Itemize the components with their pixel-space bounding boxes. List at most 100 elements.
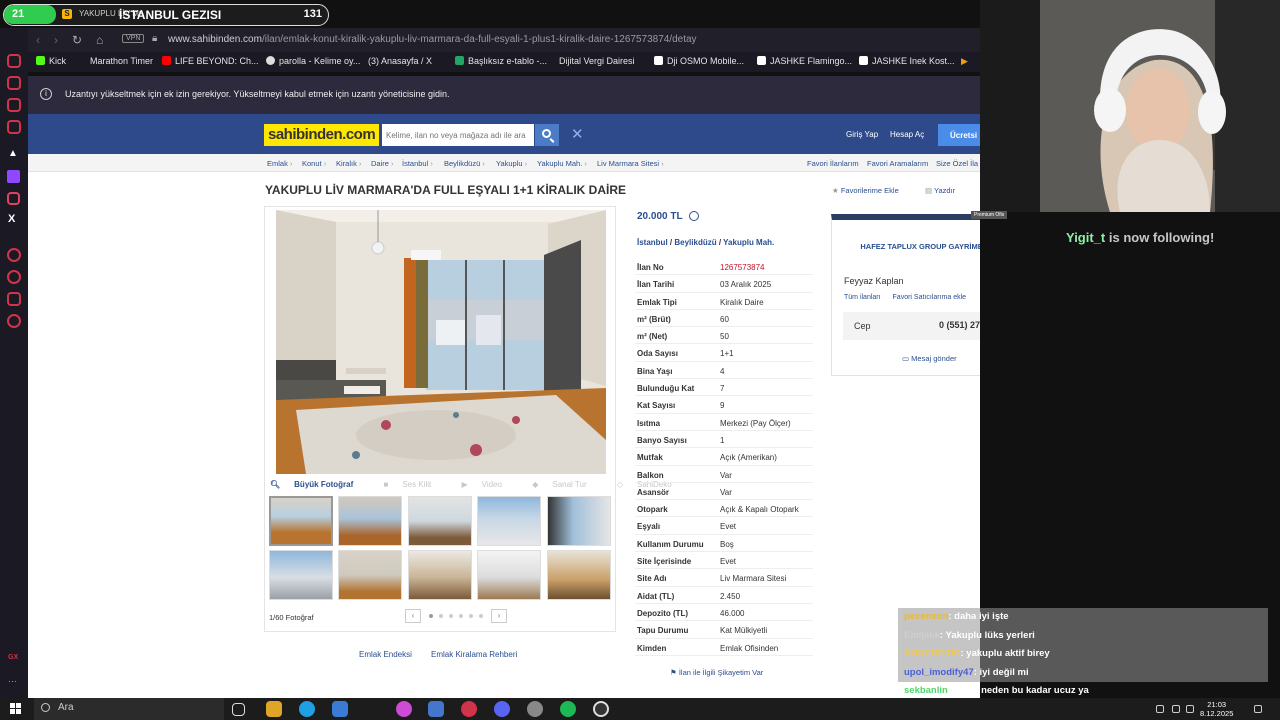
discord-icon[interactable] [494,701,510,717]
main-photo[interactable] [276,210,606,474]
settings-icon[interactable] [7,314,21,328]
opera-gx-icon[interactable] [461,701,477,717]
photo-thumbnail[interactable] [408,496,472,546]
copilot-icon[interactable] [396,701,412,717]
login-link[interactable]: Giriş Yap [846,130,878,139]
add-favorite-link[interactable]: ★ Favorilerime Ekle [832,186,899,195]
price-history-icon[interactable] [689,211,699,221]
back-icon[interactable]: ‹ [36,33,40,47]
bookmark-marathon-timer[interactable]: Marathon Timer [90,56,153,66]
breadcrumb-item[interactable]: Yakuplu Mah. [537,159,587,168]
tv-icon[interactable] [7,98,21,112]
photo-thumbnail[interactable] [477,496,541,546]
bookmark-dji[interactable]: Dji OSMO Mobile... [654,56,744,66]
instagram-icon[interactable] [7,192,20,205]
bookmark-jashke-flamingo[interactable]: JASHKE Flamingo... [757,56,852,66]
bookmark-jashke-inek[interactable]: JASHKE Inek Kost... [859,56,955,66]
store-icon[interactable] [332,701,348,717]
site-logo[interactable]: sahibinden.com [264,124,380,146]
reload-icon[interactable]: ↻ [72,33,82,47]
tab-video[interactable]: ▶ Video [461,480,515,489]
spotify-icon[interactable] [560,701,576,717]
home-icon[interactable]: ⌂ [96,33,103,47]
tray-chevron-icon[interactable] [1156,705,1164,713]
breadcrumb-item[interactable]: Konut [302,159,326,168]
bookmark-tax-office[interactable]: Dijital Vergi Dairesi [559,56,635,66]
search-button[interactable] [535,124,559,146]
page-dot[interactable] [429,614,433,618]
bookmark-sheets[interactable]: Başlıksız e-tablo -... [455,56,547,66]
page-dot[interactable] [479,614,483,618]
kick-sidebar-icon[interactable]: ▲ [8,148,18,159]
location-city[interactable]: İstanbul [637,238,668,247]
page-dot[interactable] [459,614,463,618]
photo-thumbnail[interactable] [408,550,472,600]
breadcrumb-item[interactable]: Beylikdüzü [444,159,485,168]
bookmark-parolla[interactable]: parolla - Kelime oy... [266,56,360,66]
seller-office[interactable]: HAFEZ TAPLUX GROUP GAYRİMENKUL [832,242,980,251]
free-listing-button[interactable]: Ücretsi [938,124,980,146]
messenger-icon[interactable] [7,54,21,68]
chevron-right-icon[interactable]: › [491,609,507,623]
rental-guide-link[interactable]: Emlak Kiralama Rehberi [431,650,517,659]
photo-thumbnail[interactable] [547,496,611,546]
all-listings-link[interactable]: Tüm ilanları [844,294,881,301]
lock-icon[interactable]: 🔒︎ [152,33,157,44]
vpn-badge[interactable]: VPN [122,34,145,43]
windows-start-icon[interactable] [10,703,22,715]
bag-icon[interactable] [7,76,21,90]
url-field[interactable]: www.sahibinden.com/ilan/emlak-konut-kira… [168,34,697,45]
edge-icon[interactable] [299,701,315,717]
signup-link[interactable]: Hesap Aç [890,130,924,139]
gx-icon[interactable]: GX [8,654,18,661]
favorite-listings-link[interactable]: Favori İlanlarım [807,159,859,168]
page-dot[interactable] [449,614,453,618]
phone-number[interactable]: 0 (551) 270 41 41 [939,320,980,330]
emlak-index-link[interactable]: Emlak Endeksi [359,650,412,659]
photo-thumbnail[interactable] [477,550,541,600]
bookmark-more-icon[interactable]: ▶ [961,56,968,67]
add-favorite-seller-link[interactable]: Favori Satıcılarıma ekle [893,294,967,301]
twitch-icon[interactable] [7,170,20,183]
photo-thumbnail[interactable] [269,550,333,600]
bookmark-life-beyond[interactable]: LIFE BEYOND: Ch... [162,56,259,66]
location-district[interactable]: Beylikdüzü [674,238,716,247]
page-dot[interactable] [439,614,443,618]
chevron-left-icon[interactable]: ‹ [405,609,421,623]
photo-thumbnail[interactable] [547,550,611,600]
breadcrumb-item[interactable]: Emlak [267,159,292,168]
search-input[interactable] [382,124,534,146]
task-view-icon[interactable] [232,703,245,716]
history-icon[interactable] [7,270,21,284]
file-explorer-icon[interactable] [266,701,282,717]
network-icon[interactable] [1172,705,1180,713]
taskbar-search[interactable]: Ara [34,698,224,720]
bookmark-kick[interactable]: Kick [36,56,66,66]
more-icon[interactable]: ··· [8,676,17,686]
x-icon[interactable]: X [8,213,15,225]
photo-thumbnail[interactable] [338,496,402,546]
special-listings-link[interactable]: Size Özel İla [936,159,978,168]
breadcrumb-item[interactable]: Daire [371,159,394,168]
report-listing-link[interactable]: ⚑ İlan ile İlgili Şikayetim Var [670,668,763,677]
notification-icon[interactable] [1254,705,1262,713]
taskbar-clock[interactable]: 21:03 8.12.2025 [1200,700,1233,718]
close-icon[interactable]: ✕ [571,125,584,143]
extensions-icon[interactable] [7,292,21,306]
breadcrumb-item[interactable]: Liv Marmara Sitesi [597,159,664,168]
breadcrumb-item[interactable]: Kiralık [336,159,361,168]
favorite-searches-link[interactable]: Favori Aramalarım [867,159,928,168]
app-icon[interactable] [527,701,543,717]
breadcrumb-item[interactable]: Yakuplu [496,159,527,168]
volume-icon[interactable] [1186,705,1194,713]
tab-virtual-tour[interactable]: ◆ Sanal Tur [532,480,600,489]
send-message-link[interactable]: ▭ Mesaj gönder [902,354,957,363]
forward-icon[interactable]: › [54,33,58,47]
bookmark-x-home[interactable]: (3) Anasayfa / X [368,56,432,66]
print-link[interactable]: ▤ Yazdır [925,186,955,195]
photo-thumbnail[interactable] [269,496,333,546]
obs-icon[interactable] [593,701,609,717]
record-icon[interactable] [7,248,21,262]
news-icon[interactable] [7,120,21,134]
location-neighborhood[interactable]: Yakuplu Mah. [723,238,774,247]
